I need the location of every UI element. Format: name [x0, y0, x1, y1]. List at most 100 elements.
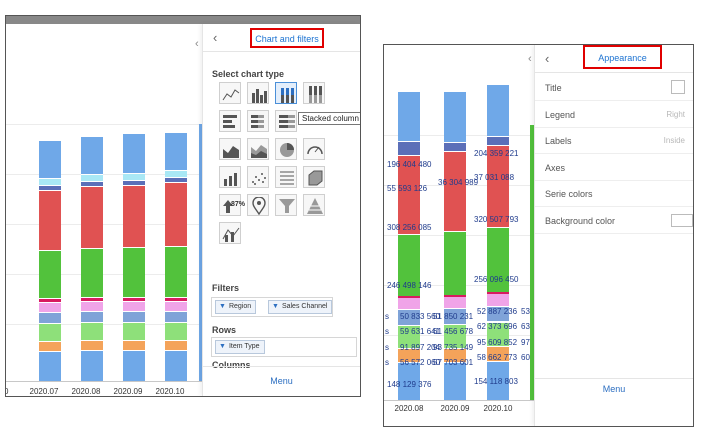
bar-segment[interactable]	[444, 141, 466, 151]
bar-segment[interactable]	[39, 250, 61, 298]
segment-divider	[39, 185, 61, 186]
bar-segment[interactable]	[165, 322, 187, 340]
rows-drop-zone[interactable]: ▼ Item Type	[211, 337, 357, 357]
bar-segment[interactable]	[39, 140, 61, 178]
bar-segment[interactable]	[123, 311, 145, 322]
bar-segment[interactable]	[165, 340, 187, 350]
column-chart-icon	[252, 89, 267, 103]
combo-chart-button[interactable]	[219, 166, 241, 188]
bar-segment[interactable]	[123, 340, 145, 350]
bar-segment[interactable]	[487, 292, 509, 306]
back-chevron-icon[interactable]: ‹	[213, 30, 217, 45]
funnel-button[interactable]	[275, 194, 297, 216]
bar-segment[interactable]	[123, 173, 145, 180]
area-chart-button[interactable]	[219, 138, 241, 160]
percent-column-button[interactable]	[303, 82, 325, 104]
bar-segment[interactable]	[444, 230, 466, 295]
bar-segment[interactable]	[444, 151, 466, 231]
column-chart-button[interactable]	[247, 82, 269, 104]
bar-segment[interactable]	[39, 312, 61, 323]
bar-segment[interactable]	[165, 182, 187, 246]
shape-button[interactable]	[303, 166, 325, 188]
bar-segment[interactable]	[165, 350, 187, 381]
bar-segment[interactable]	[81, 311, 103, 322]
property-row-axes[interactable]: Axes	[535, 155, 693, 181]
bar-segment[interactable]	[123, 133, 145, 173]
data-label: 154 118 803	[474, 377, 518, 386]
stacked-column-button[interactable]	[275, 82, 297, 104]
collapse-chevron-icon[interactable]: ‹	[195, 38, 199, 50]
property-value[interactable]: Right	[666, 110, 685, 119]
collapse-chevron-icon[interactable]: ‹	[528, 53, 532, 65]
bar-segment[interactable]	[487, 84, 509, 136]
bar-segment[interactable]	[39, 341, 61, 351]
percent-bar-button[interactable]	[275, 110, 297, 132]
bar-segment[interactable]	[123, 322, 145, 340]
bar-segment[interactable]	[81, 301, 103, 311]
filter-chip-sales-channel[interactable]: ▼ Sales Channel	[268, 300, 333, 314]
bar-segment[interactable]	[123, 350, 145, 381]
gauge-button[interactable]	[303, 138, 325, 160]
bar-segment[interactable]	[39, 351, 61, 381]
title-checkbox[interactable]	[671, 80, 685, 94]
bar-segment[interactable]	[81, 340, 103, 350]
bar-segment[interactable]	[165, 170, 187, 177]
bar-segment[interactable]	[81, 322, 103, 340]
menu-button[interactable]: Menu	[535, 384, 693, 394]
map-pin-button[interactable]	[247, 194, 269, 216]
background-color-swatch[interactable]	[671, 213, 693, 227]
bar-segment[interactable]	[39, 178, 61, 185]
bar-segment[interactable]	[165, 311, 187, 322]
line-chart-button[interactable]	[219, 82, 241, 104]
bar-segment[interactable]	[39, 323, 61, 341]
bar-segment[interactable]	[165, 246, 187, 297]
property-row-background-color[interactable]: Background color	[535, 208, 693, 234]
bar-segment[interactable]	[398, 91, 420, 142]
property-value[interactable]: Inside	[664, 136, 685, 145]
x-tick-label: 2020.09	[113, 387, 143, 396]
bar-segment[interactable]	[39, 302, 61, 312]
pyramid-button[interactable]	[303, 194, 325, 216]
property-row-serie-colors[interactable]: Serie colors	[535, 181, 693, 207]
bar-segment[interactable]	[165, 301, 187, 311]
bar-segment[interactable]	[81, 248, 103, 297]
bar-segment[interactable]	[487, 136, 509, 146]
bar-segment[interactable]	[81, 174, 103, 181]
filters-drop-zone[interactable]: ▼ Region ▼ Sales Channel	[211, 297, 333, 317]
table-icon	[280, 171, 294, 185]
stacked-column-icon	[281, 88, 294, 103]
bar-segment[interactable]	[444, 90, 466, 142]
chart-and-filters-panel: ‹ ‹ Chart and filters Select chart type …	[195, 24, 360, 396]
table-button[interactable]	[275, 166, 297, 188]
bar-segment[interactable]	[123, 247, 145, 297]
bar-segment[interactable]	[81, 136, 103, 174]
chart-and-filters-title[interactable]: Chart and filters	[250, 28, 324, 48]
back-chevron-icon[interactable]: ‹	[545, 51, 549, 66]
segment-divider	[123, 180, 145, 181]
row-chip-item-type[interactable]: ▼ Item Type	[215, 340, 265, 354]
bar-segment[interactable]	[81, 350, 103, 381]
bar-segment[interactable]	[165, 132, 187, 170]
property-row-title[interactable]: Title	[535, 75, 693, 101]
filter-chip-region[interactable]: ▼ Region	[215, 300, 257, 314]
bar-chart-button[interactable]	[219, 110, 241, 132]
pie-chart-button[interactable]	[275, 138, 297, 160]
bar-segment[interactable]	[123, 185, 145, 247]
property-row-legend[interactable]: Legend Right	[535, 102, 693, 128]
kpi-button[interactable]: 87%	[219, 194, 245, 216]
appearance-title[interactable]: Appearance	[583, 45, 662, 69]
stacked-bar-button[interactable]	[247, 110, 269, 132]
segment-divider	[165, 246, 187, 247]
bar-segment[interactable]	[398, 141, 420, 156]
bar-segment[interactable]	[39, 190, 61, 250]
property-row-labels[interactable]: Labels Inside	[535, 128, 693, 154]
menu-button[interactable]: Menu	[203, 366, 360, 396]
bar-segment[interactable]	[81, 186, 103, 248]
scatter-button[interactable]	[247, 166, 269, 188]
bar-segment[interactable]	[444, 362, 466, 400]
bar-segment[interactable]	[123, 301, 145, 311]
stacked-area-button[interactable]	[247, 138, 269, 160]
pyramid-icon	[307, 198, 323, 214]
stacked-area-icon	[251, 145, 267, 158]
line-bar-combo-button[interactable]	[219, 222, 241, 244]
